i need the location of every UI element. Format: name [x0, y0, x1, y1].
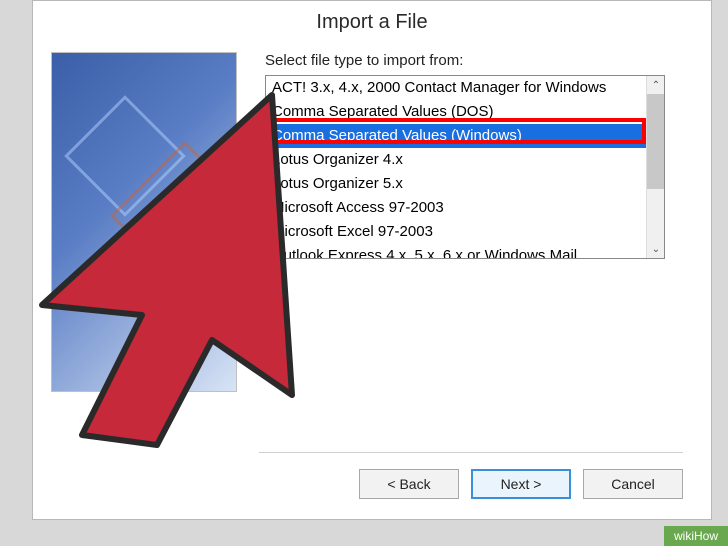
watermark: wikiHow: [664, 526, 728, 546]
dialog-header: Import a File: [33, 1, 711, 52]
list-item[interactable]: Lotus Organizer 4.x: [266, 148, 646, 172]
list-item[interactable]: Microsoft Excel 97-2003: [266, 220, 646, 244]
list-item[interactable]: Lotus Organizer 5.x: [266, 172, 646, 196]
list-item[interactable]: Microsoft Access 97-2003: [266, 196, 646, 220]
scroll-track[interactable]: [647, 94, 664, 240]
list-item[interactable]: Outlook Express 4.x, 5.x, 6.x or Windows…: [266, 244, 646, 258]
list-item[interactable]: Comma Separated Values (DOS): [266, 100, 646, 124]
wizard-graphic: [51, 52, 237, 392]
list-items-container: ACT! 3.x, 4.x, 2000 Contact Manager for …: [266, 76, 646, 258]
file-type-listbox[interactable]: ACT! 3.x, 4.x, 2000 Contact Manager for …: [265, 75, 665, 259]
dialog-title: Import a File: [33, 11, 711, 34]
right-pane: Select file type to import from: ACT! 3.…: [265, 52, 693, 392]
next-button[interactable]: Next >: [471, 469, 571, 499]
list-item-selected[interactable]: Comma Separated Values (Windows): [266, 124, 646, 148]
scroll-down-icon[interactable]: ⌄: [647, 240, 665, 258]
list-item[interactable]: ACT! 3.x, 4.x, 2000 Contact Manager for …: [266, 76, 646, 100]
scrollbar[interactable]: ⌃ ⌄: [646, 76, 664, 258]
back-button[interactable]: < Back: [359, 469, 459, 499]
button-separator: [259, 452, 683, 453]
button-row: < Back Next > Cancel: [359, 457, 683, 499]
prompt-label: Select file type to import from:: [265, 52, 693, 69]
cancel-button[interactable]: Cancel: [583, 469, 683, 499]
scroll-up-icon[interactable]: ⌃: [647, 76, 665, 94]
dialog-content: Select file type to import from: ACT! 3.…: [33, 52, 711, 392]
import-dialog: Import a File Select file type to import…: [32, 0, 712, 520]
scroll-thumb[interactable]: [647, 94, 664, 189]
